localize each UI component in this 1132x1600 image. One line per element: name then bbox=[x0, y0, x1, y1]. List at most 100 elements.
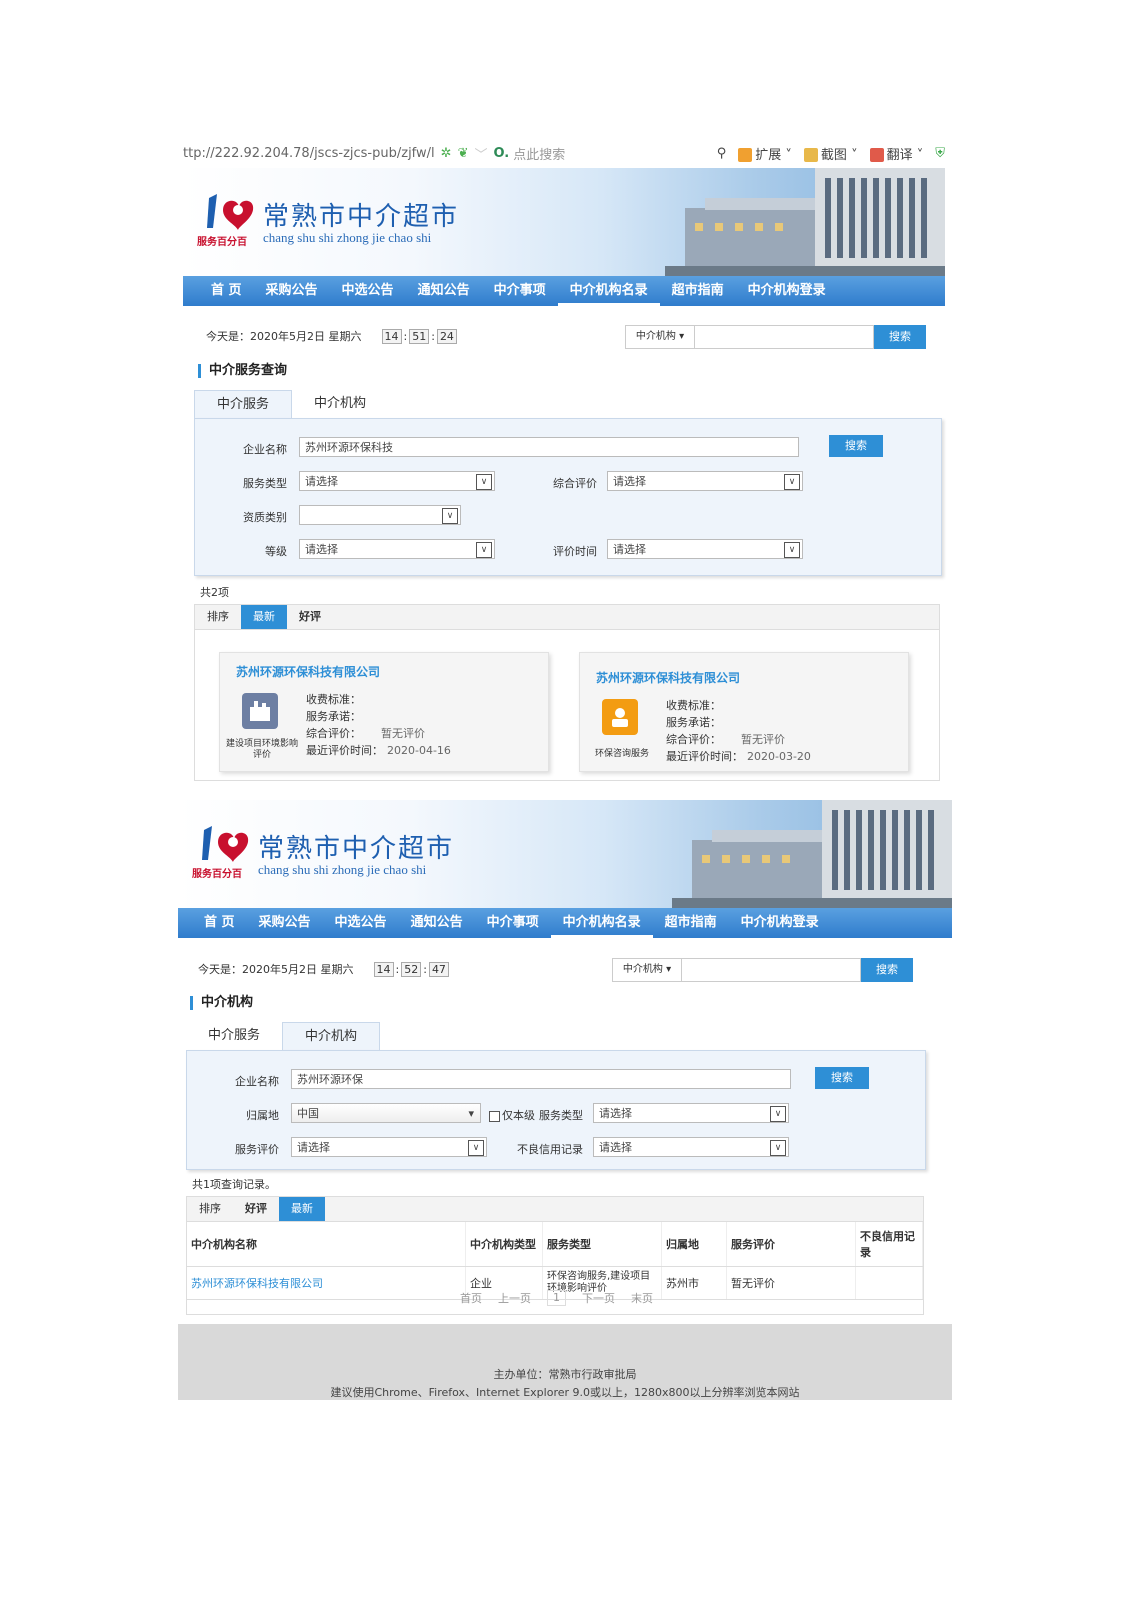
chevron-down-icon: ∨ bbox=[770, 1106, 786, 1122]
chevron-down-icon: ∨ bbox=[784, 474, 800, 490]
chevron-down-icon: ∨ bbox=[476, 542, 492, 558]
local-only-checkbox[interactable]: 仅本级 bbox=[489, 1107, 535, 1123]
pager-prev[interactable]: 上一页 bbox=[498, 1290, 531, 1306]
eval-time-label: 评价时间 bbox=[553, 545, 597, 558]
factory-icon bbox=[242, 693, 278, 729]
nav-matters[interactable]: 中介事项 bbox=[475, 908, 551, 938]
shield-icon[interactable]: ⛨ bbox=[935, 146, 945, 161]
sort-newest[interactable]: 最新 bbox=[279, 1197, 325, 1221]
pagination: 首页 上一页 1 下一页 末页 bbox=[460, 1290, 653, 1306]
tab-service[interactable]: 中介服务 bbox=[194, 390, 293, 419]
agency-name-link[interactable]: 苏州环源环保科技有限公司 bbox=[187, 1266, 466, 1300]
service-type-select[interactable]: 请选择 ∨ bbox=[299, 471, 495, 491]
nav-home[interactable]: 首 页 bbox=[178, 908, 247, 938]
pager-next[interactable]: 下一页 bbox=[582, 1290, 615, 1306]
last-eval-label: 最近评价时间： bbox=[666, 750, 743, 763]
service-card[interactable]: 苏州环源环保科技有限公司 环保咨询服务 收费标准： 服务承诺： 综合评价： 暂无评… bbox=[579, 652, 909, 772]
eval-time-select[interactable]: 请选择 ∨ bbox=[607, 539, 803, 559]
site-banner: 服务百分百 常熟市中介超市 chang shu shi zhong jie ch… bbox=[183, 168, 945, 276]
service-type-select[interactable]: 请选择 ∨ bbox=[593, 1103, 789, 1123]
refresh-icon[interactable]: ✲ bbox=[441, 146, 452, 161]
sort-label: 排序 bbox=[207, 610, 229, 623]
logo-caption: 服务百分百 bbox=[192, 869, 242, 880]
nav-login[interactable]: 中介机构登录 bbox=[736, 276, 838, 306]
nav-matters[interactable]: 中介事项 bbox=[482, 276, 558, 306]
caret-down-icon: ▾ bbox=[468, 1107, 474, 1120]
service-type-label: 服务类型 bbox=[539, 1109, 583, 1122]
tab-agency[interactable]: 中介机构 bbox=[282, 1022, 381, 1051]
logo-caption: 服务百分百 bbox=[197, 237, 247, 248]
tab-agency[interactable]: 中介机构 bbox=[292, 390, 388, 418]
building-image bbox=[665, 168, 945, 276]
search-engine-icon[interactable]: O. bbox=[493, 146, 509, 161]
footer-browser-note: 建议使用Chrome、Firefox、Internet Explorer 9.0… bbox=[330, 1386, 800, 1399]
card-info: 收费标准： 服务承诺： 综合评价： 暂无评价 最近评价时间： 2020-03-20 bbox=[666, 697, 811, 765]
top-search-button[interactable]: 搜索 bbox=[861, 958, 913, 982]
nav-directory[interactable]: 中介机构名录 bbox=[557, 276, 660, 306]
sort-rating[interactable]: 好评 bbox=[233, 1197, 279, 1221]
top-search-input[interactable] bbox=[682, 958, 861, 982]
level-select[interactable]: 请选择 ∨ bbox=[299, 539, 495, 559]
bad-credit-cell bbox=[855, 1266, 923, 1300]
sort-bar: 排序 最新 好评 bbox=[194, 604, 940, 630]
clock-second: 47 bbox=[428, 961, 449, 977]
top-search-select[interactable]: 中介机构 ▾ bbox=[612, 958, 682, 982]
leaf-icon[interactable]: ❦ bbox=[458, 146, 469, 161]
pager-first[interactable]: 首页 bbox=[460, 1290, 482, 1306]
pager-page-1[interactable]: 1 bbox=[547, 1290, 566, 1306]
sort-newest[interactable]: 最新 bbox=[241, 605, 287, 629]
bad-credit-select[interactable]: 请选择 ∨ bbox=[593, 1137, 789, 1157]
url-field[interactable]: ttp://222.92.204.78/jscs-zjcs-pub/zjfw/l bbox=[183, 146, 435, 161]
form-search-button[interactable]: 搜索 bbox=[815, 1067, 869, 1089]
top-search-input[interactable] bbox=[695, 325, 874, 349]
nav-selected[interactable]: 中选公告 bbox=[323, 908, 399, 938]
card-icon-caption: 建设项目环境影响评价 bbox=[225, 739, 298, 760]
qualification-label: 资质类别 bbox=[243, 511, 287, 524]
service-eval-select[interactable]: 请选择 ∨ bbox=[291, 1137, 487, 1157]
nav-selected[interactable]: 中选公告 bbox=[330, 276, 406, 306]
company-input[interactable]: 苏州环源环保 bbox=[291, 1069, 791, 1089]
screenshot-button[interactable]: 截图 ˅ bbox=[803, 144, 858, 163]
nav-procurement[interactable]: 采购公告 bbox=[247, 908, 323, 938]
sort-rating[interactable]: 好评 bbox=[287, 605, 333, 629]
nav-login[interactable]: 中介机构登录 bbox=[729, 908, 831, 938]
card-title[interactable]: 苏州环源环保科技有限公司 bbox=[236, 663, 380, 680]
browser-search-input[interactable]: 点此搜索 bbox=[513, 144, 565, 163]
nav-guide[interactable]: 超市指南 bbox=[653, 908, 729, 938]
extensions-button[interactable]: 扩展 ˅ bbox=[738, 144, 792, 163]
today-label: 今天是： bbox=[206, 330, 250, 343]
query-tabs: 中介服务 中介机构 bbox=[186, 1022, 381, 1051]
nav-notice[interactable]: 通知公告 bbox=[406, 276, 482, 306]
tab-service[interactable]: 中介服务 bbox=[186, 1022, 282, 1050]
site-title-pinyin: chang shu shi zhong jie chao shi bbox=[258, 862, 427, 877]
company-input[interactable]: 苏州环源环保科技 bbox=[299, 437, 799, 457]
clock-hour: 14 bbox=[373, 961, 394, 977]
last-eval-value: 2020-03-20 bbox=[747, 750, 811, 763]
top-search-select[interactable]: 中介机构 ▾ bbox=[625, 325, 695, 349]
rating-select[interactable]: 请选择 ∨ bbox=[607, 471, 803, 491]
rating-label: 综合评价： bbox=[306, 727, 361, 740]
nav-notice[interactable]: 通知公告 bbox=[399, 908, 475, 938]
section-title: 中介机构 bbox=[190, 996, 253, 1010]
nav-home[interactable]: 首 页 bbox=[183, 276, 254, 306]
nav-directory[interactable]: 中介机构名录 bbox=[550, 908, 653, 938]
magnifier-icon[interactable]: ⚲ bbox=[717, 146, 727, 161]
chevron-down-icon[interactable]: ﹀ bbox=[474, 144, 487, 163]
pager-last[interactable]: 末页 bbox=[631, 1290, 653, 1306]
today-date: 2020年5月2日 星期六 bbox=[250, 330, 362, 343]
company-label: 企业名称 bbox=[243, 443, 287, 456]
query-tabs: 中介服务 中介机构 bbox=[194, 390, 388, 419]
form-search-button[interactable]: 搜索 bbox=[829, 435, 883, 457]
fee-label: 收费标准： bbox=[306, 693, 361, 706]
card-info: 收费标准： 服务承诺： 综合评价： 暂无评价 最近评价时间： 2020-04-16 bbox=[306, 691, 451, 759]
translate-button[interactable]: 翻译 ˅ bbox=[869, 144, 923, 163]
nav-procurement[interactable]: 采购公告 bbox=[254, 276, 330, 306]
nav-guide[interactable]: 超市指南 bbox=[660, 276, 736, 306]
service-card[interactable]: 苏州环源环保科技有限公司 建设项目环境影响评价 收费标准： 服务承诺： 综合评价… bbox=[219, 652, 549, 772]
top-search-button[interactable]: 搜索 bbox=[874, 325, 926, 349]
sort-label: 排序 bbox=[199, 1202, 221, 1215]
region-select[interactable]: 中国 ▾ bbox=[291, 1103, 481, 1123]
qualification-select[interactable]: ∨ bbox=[299, 505, 461, 525]
card-title[interactable]: 苏州环源环保科技有限公司 bbox=[596, 669, 740, 686]
col-region: 归属地 bbox=[661, 1222, 727, 1267]
